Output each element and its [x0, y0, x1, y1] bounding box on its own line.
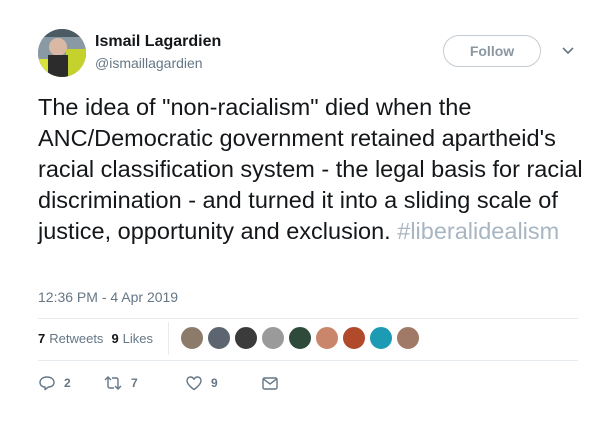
- liker-avatars: [180, 326, 423, 350]
- divider-bottom: [38, 360, 578, 361]
- reply-button[interactable]: 2: [38, 374, 103, 392]
- retweets-stat[interactable]: 7 Retweets: [38, 331, 103, 346]
- likes-count: 9: [111, 331, 119, 346]
- direct-message-icon: [262, 377, 278, 390]
- avatar[interactable]: [38, 29, 86, 77]
- liker-avatar-4[interactable]: [261, 326, 285, 350]
- liker-avatar-6[interactable]: [315, 326, 339, 350]
- like-count: 9: [211, 376, 218, 390]
- tweet-actions: 2 7 9: [38, 374, 279, 392]
- hashtag-link[interactable]: #liberalidealism: [397, 218, 559, 244]
- reply-icon: [39, 376, 55, 391]
- tweet-text: The idea of "non-racialism" died when th…: [38, 92, 598, 247]
- chevron-down-icon[interactable]: [560, 44, 576, 56]
- retweet-count: 7: [131, 376, 138, 390]
- retweets-count: 7: [38, 331, 46, 346]
- stats-separator: [168, 322, 169, 355]
- heart-icon: [186, 376, 202, 391]
- direct-message-button[interactable]: [261, 374, 279, 392]
- likes-stat[interactable]: 9 Likes: [111, 331, 153, 346]
- liker-avatar-2[interactable]: [207, 326, 231, 350]
- liker-avatar-8[interactable]: [369, 326, 393, 350]
- follow-button[interactable]: Follow: [443, 35, 541, 67]
- retweet-button[interactable]: 7: [103, 374, 185, 392]
- retweet-icon: [104, 376, 122, 390]
- tweet-stats: 7 Retweets 9 Likes: [38, 331, 161, 346]
- likes-label: Likes: [122, 331, 154, 346]
- like-button[interactable]: 9: [185, 374, 261, 392]
- liker-avatar-1[interactable]: [180, 326, 204, 350]
- reply-count: 2: [64, 376, 71, 390]
- retweets-label: Retweets: [49, 331, 104, 346]
- user-handle[interactable]: @ismaillagardien: [95, 55, 203, 71]
- liker-avatar-7[interactable]: [342, 326, 366, 350]
- liker-avatar-5[interactable]: [288, 326, 312, 350]
- tweet-card: Ismail Lagardien @ismaillagardien Follow…: [0, 0, 615, 421]
- user-name[interactable]: Ismail Lagardien: [95, 33, 221, 51]
- liker-avatar-9[interactable]: [396, 326, 420, 350]
- liker-avatar-3[interactable]: [234, 326, 258, 350]
- divider-top: [38, 318, 578, 319]
- tweet-timestamp[interactable]: 12:36 PM - 4 Apr 2019: [38, 289, 178, 305]
